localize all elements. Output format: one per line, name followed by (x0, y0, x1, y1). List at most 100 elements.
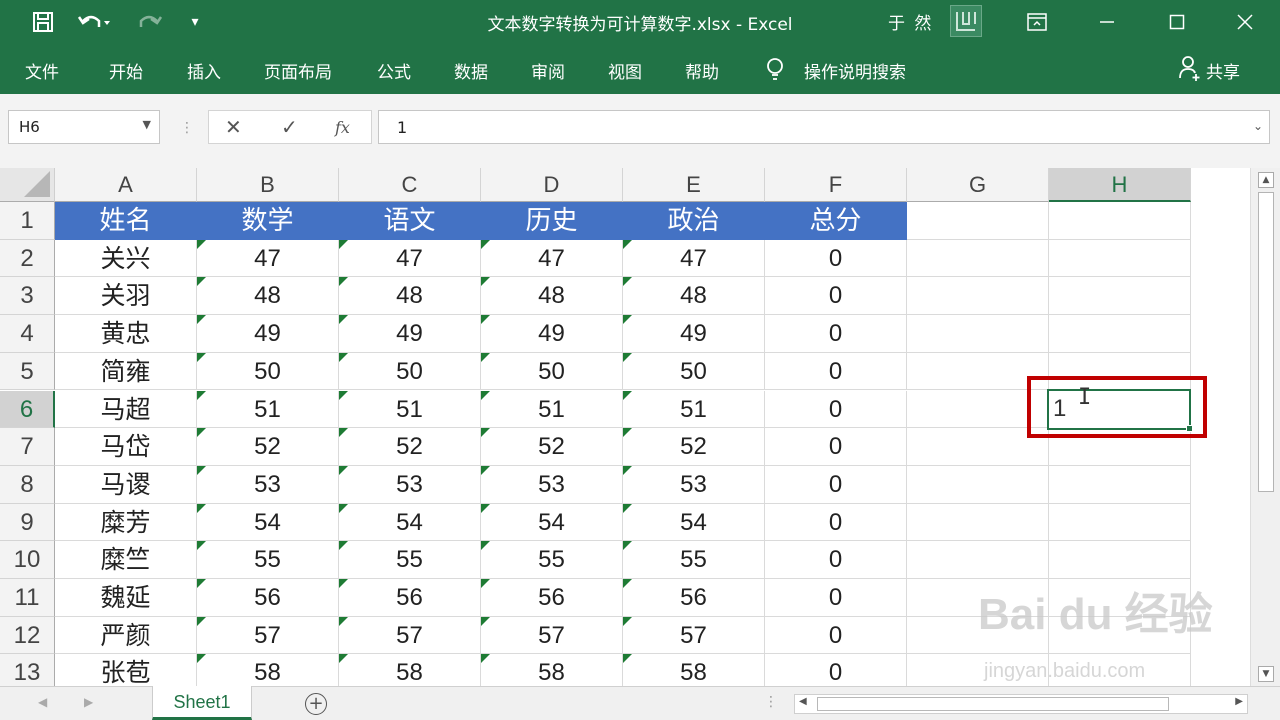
cell-a5[interactable]: 简雍 (55, 352, 197, 391)
cell-a2[interactable]: 关兴 (55, 239, 197, 278)
chevron-down-icon[interactable]: ▼ (143, 118, 151, 131)
undo-icon[interactable] (74, 8, 114, 36)
cell-h2[interactable] (1049, 239, 1191, 278)
cell-d6[interactable]: 51 (481, 390, 623, 429)
cell-e11[interactable]: 56 (623, 579, 765, 617)
cell-d8[interactable]: 53 (481, 465, 623, 504)
cell-f10[interactable]: 0 (765, 541, 907, 579)
cell-e2[interactable]: 47 (623, 239, 765, 278)
cell-e8[interactable]: 53 (623, 465, 765, 504)
cell-h1[interactable] (1049, 202, 1191, 240)
cell-a11[interactable]: 魏延 (55, 579, 197, 617)
cell-h8[interactable] (1049, 465, 1191, 504)
cell-a6[interactable]: 马超 (55, 390, 197, 429)
cell-c2[interactable]: 47 (339, 239, 481, 278)
cell-b13[interactable]: 58 (197, 654, 339, 686)
cell-d12[interactable]: 57 (481, 616, 623, 655)
add-sheet-button[interactable]: + (305, 693, 327, 715)
cell-b4[interactable]: 49 (197, 315, 339, 353)
cell-a4[interactable]: 黄忠 (55, 315, 197, 353)
column-header-g[interactable]: G (907, 168, 1049, 202)
redo-icon[interactable] (128, 8, 168, 36)
column-header-a[interactable]: A (55, 168, 197, 202)
avatar[interactable] (950, 5, 982, 37)
row-header-8[interactable]: 8 (0, 465, 55, 504)
cell-a9[interactable]: 糜芳 (55, 503, 197, 542)
scroll-up-icon[interactable]: ▲ (1258, 172, 1274, 188)
cell-g2[interactable] (907, 239, 1049, 278)
cell-a12[interactable]: 严颜 (55, 616, 197, 655)
row-header-2[interactable]: 2 (0, 239, 55, 278)
cell-c1[interactable]: 语文 (339, 202, 481, 240)
close-button[interactable] (1210, 0, 1280, 44)
scroll-left-icon[interactable]: ◀ (799, 696, 807, 707)
cell-f12[interactable]: 0 (765, 616, 907, 655)
cell-f7[interactable]: 0 (765, 428, 907, 466)
cell-e10[interactable]: 55 (623, 541, 765, 579)
row-header-3[interactable]: 3 (0, 277, 55, 316)
prev-sheet-icon[interactable]: ◀ (38, 695, 47, 709)
cell-h4[interactable] (1049, 315, 1191, 353)
horizontal-scrollbar[interactable]: ◀ ▶ (794, 694, 1248, 714)
cell-h3[interactable] (1049, 277, 1191, 316)
cell-a8[interactable]: 马谡 (55, 465, 197, 504)
cell-b9[interactable]: 54 (197, 503, 339, 542)
column-header-c[interactable]: C (339, 168, 481, 202)
cell-f8[interactable]: 0 (765, 465, 907, 504)
cell-d1[interactable]: 历史 (481, 202, 623, 240)
save-icon[interactable] (28, 8, 58, 36)
cell-c11[interactable]: 56 (339, 579, 481, 617)
cell-e6[interactable]: 51 (623, 390, 765, 429)
insert-function-icon[interactable]: fx (335, 118, 350, 137)
tab-data[interactable]: 数据 (454, 58, 488, 83)
maximize-button[interactable] (1142, 0, 1212, 44)
cell-g1[interactable] (907, 202, 1049, 240)
row-header-13[interactable]: 13 (0, 654, 55, 686)
cell-b8[interactable]: 53 (197, 465, 339, 504)
column-header-e[interactable]: E (623, 168, 765, 202)
cell-b2[interactable]: 47 (197, 239, 339, 278)
row-header-1[interactable]: 1 (0, 202, 55, 240)
cell-c6[interactable]: 51 (339, 390, 481, 429)
row-header-11[interactable]: 11 (0, 579, 55, 617)
cell-f5[interactable]: 0 (765, 352, 907, 391)
cell-e7[interactable]: 52 (623, 428, 765, 466)
cell-d7[interactable]: 52 (481, 428, 623, 466)
ribbon-display-options-icon[interactable] (1002, 0, 1072, 44)
cell-f2[interactable]: 0 (765, 239, 907, 278)
cell-f3[interactable]: 0 (765, 277, 907, 316)
tab-file[interactable]: 文件 (25, 58, 59, 83)
tab-help[interactable]: 帮助 (685, 58, 719, 83)
cell-d13[interactable]: 58 (481, 654, 623, 686)
cell-e13[interactable]: 58 (623, 654, 765, 686)
cell-d10[interactable]: 55 (481, 541, 623, 579)
cell-c8[interactable]: 53 (339, 465, 481, 504)
cell-g3[interactable] (907, 277, 1049, 316)
cell-e12[interactable]: 57 (623, 616, 765, 655)
row-header-10[interactable]: 10 (0, 541, 55, 579)
row-header-7[interactable]: 7 (0, 428, 55, 466)
column-header-d[interactable]: D (481, 168, 623, 202)
expand-formula-bar-icon[interactable]: ⌄ (1253, 119, 1263, 133)
cell-d4[interactable]: 49 (481, 315, 623, 353)
formula-input[interactable]: 1 ⌄ (378, 110, 1270, 144)
cell-f13[interactable]: 0 (765, 654, 907, 686)
cell-c7[interactable]: 52 (339, 428, 481, 466)
cell-e3[interactable]: 48 (623, 277, 765, 316)
row-header-9[interactable]: 9 (0, 503, 55, 542)
scroll-down-icon[interactable]: ▼ (1258, 666, 1274, 682)
select-all-button[interactable] (0, 168, 55, 202)
share-button[interactable]: 共享 (1206, 58, 1240, 83)
cell-e4[interactable]: 49 (623, 315, 765, 353)
cell-a3[interactable]: 关羽 (55, 277, 197, 316)
cell-f4[interactable]: 0 (765, 315, 907, 353)
user-add-icon[interactable] (1178, 54, 1202, 87)
enter-icon[interactable]: ✓ (281, 115, 298, 139)
cell-c5[interactable]: 50 (339, 352, 481, 391)
tab-insert[interactable]: 插入 (187, 58, 221, 83)
cell-d3[interactable]: 48 (481, 277, 623, 316)
cell-d5[interactable]: 50 (481, 352, 623, 391)
cell-b7[interactable]: 52 (197, 428, 339, 466)
tab-page-layout[interactable]: 页面布局 (264, 58, 332, 83)
vertical-scrollbar[interactable]: ▲ ▼ (1250, 168, 1280, 686)
